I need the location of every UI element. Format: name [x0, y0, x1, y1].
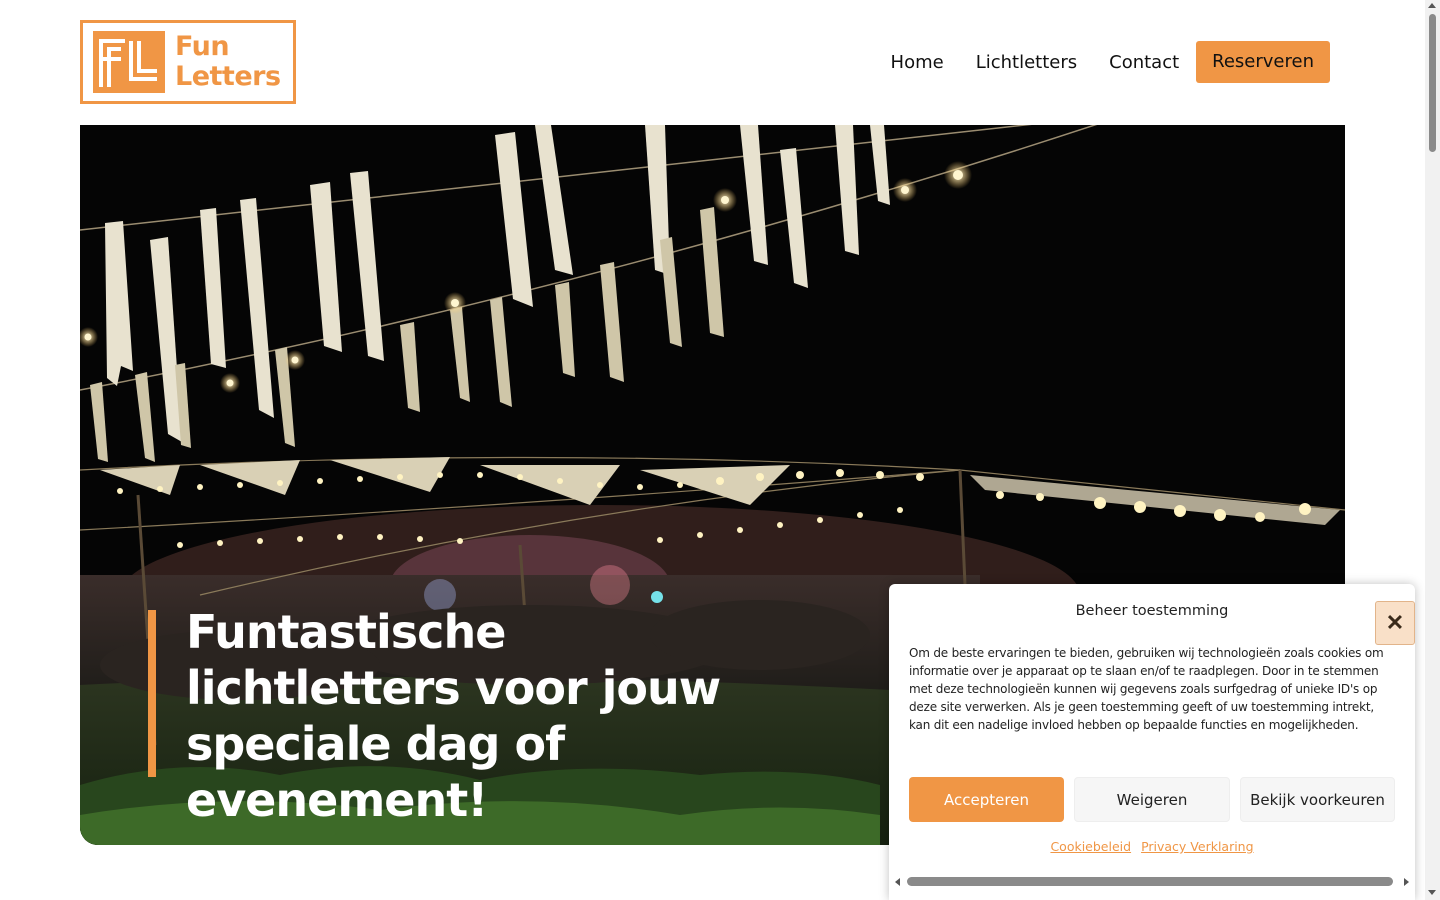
horizontal-scroll-thumb[interactable] [907, 877, 1393, 886]
logo-text-line1: Fun [175, 31, 230, 62]
page-scrollbar[interactable] [1425, 0, 1440, 900]
privacy-statement-link[interactable]: Privacy Verklaring [1141, 839, 1253, 854]
reserveren-button[interactable]: Reserveren [1196, 41, 1330, 83]
logo-wordmark: Fun Letters [175, 32, 281, 92]
cookie-policy-link[interactable]: Cookiebeleid [1050, 839, 1131, 854]
hero-title: Funtastische lichtletters voor jouw spec… [186, 605, 721, 827]
fl-logo-icon [91, 29, 167, 95]
cookie-links: Cookiebeleid Privacy Verklaring [889, 839, 1415, 854]
site-logo[interactable]: Fun Letters [80, 20, 296, 104]
nav-lichtletters[interactable]: Lichtletters [976, 52, 1077, 73]
close-icon[interactable]: ✕ [1375, 601, 1415, 645]
scroll-down-arrow-icon[interactable] [1428, 890, 1436, 895]
dialog-horizontal-scrollbar[interactable] [889, 876, 1415, 890]
cookie-dialog-title: Beheer toestemming [1075, 603, 1229, 619]
hero-title-block: Funtastische lichtletters voor jouw spec… [148, 605, 786, 827]
logo-text-line2: Letters [175, 61, 281, 92]
site-header: Fun Letters Home Lichtletters Contact Re… [0, 0, 1425, 125]
nav-home[interactable]: Home [891, 52, 944, 73]
deny-cookies-button[interactable]: Weigeren [1074, 777, 1230, 822]
scroll-thumb[interactable] [1429, 14, 1436, 152]
scroll-left-arrow-icon[interactable] [895, 878, 900, 886]
scroll-right-arrow-icon[interactable] [1404, 878, 1409, 886]
nav-contact[interactable]: Contact [1109, 52, 1179, 73]
main-nav: Home Lichtletters Contact Reserveren [891, 41, 1330, 83]
accept-cookies-button[interactable]: Accepteren [909, 777, 1064, 822]
scroll-up-arrow-icon[interactable] [1428, 3, 1436, 8]
view-preferences-button[interactable]: Bekijk voorkeuren [1240, 777, 1395, 822]
cookie-dialog-body: Om de beste ervaringen te bieden, gebrui… [909, 646, 1384, 732]
cookie-consent-dialog: Beheer toestemming ✕ Om de beste ervarin… [889, 584, 1415, 900]
